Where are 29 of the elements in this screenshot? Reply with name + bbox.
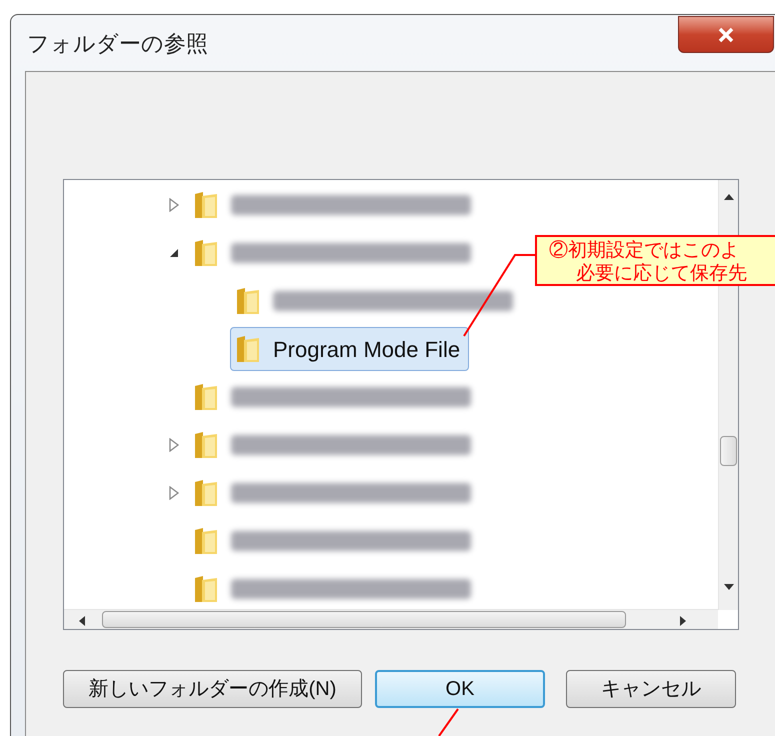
folder-icon bbox=[193, 478, 219, 508]
expand-arrow-icon[interactable] bbox=[168, 438, 180, 452]
folder-icon bbox=[193, 574, 219, 604]
folder-icon bbox=[193, 430, 219, 460]
scroll-up-icon[interactable] bbox=[724, 194, 734, 200]
scroll-right-icon[interactable] bbox=[680, 616, 686, 626]
scroll-thumb[interactable] bbox=[720, 436, 737, 466]
close-icon bbox=[717, 26, 735, 42]
expand-arrow-icon[interactable] bbox=[168, 198, 180, 212]
callout-text: 必要に応じて保存先 bbox=[575, 262, 748, 285]
leader-line bbox=[436, 708, 460, 736]
folder-icon bbox=[193, 382, 219, 412]
folder-icon bbox=[193, 526, 219, 556]
dialog-button[interactable]: キャンセル bbox=[566, 670, 736, 708]
folder-icon bbox=[193, 190, 219, 220]
callout-text: ②初期設定ではこのよ bbox=[549, 239, 740, 262]
dialog-button[interactable]: OK bbox=[375, 670, 545, 708]
folder-item[interactable]: Program Mode File bbox=[230, 327, 470, 371]
expand-arrow-icon[interactable] bbox=[168, 486, 180, 500]
horizontal-scrollbar[interactable] bbox=[64, 609, 718, 629]
close-button[interactable] bbox=[678, 16, 774, 53]
folder-icon bbox=[235, 286, 261, 316]
window-title: フォルダーの参照 bbox=[27, 30, 208, 58]
folder-icon bbox=[193, 238, 219, 268]
folder-icon bbox=[235, 334, 261, 364]
scroll-thumb[interactable] bbox=[102, 611, 626, 628]
scroll-left-icon[interactable] bbox=[79, 616, 85, 626]
dialog-button[interactable]: 新しいフォルダーの作成(N) bbox=[63, 670, 362, 708]
scroll-down-icon[interactable] bbox=[724, 584, 734, 590]
